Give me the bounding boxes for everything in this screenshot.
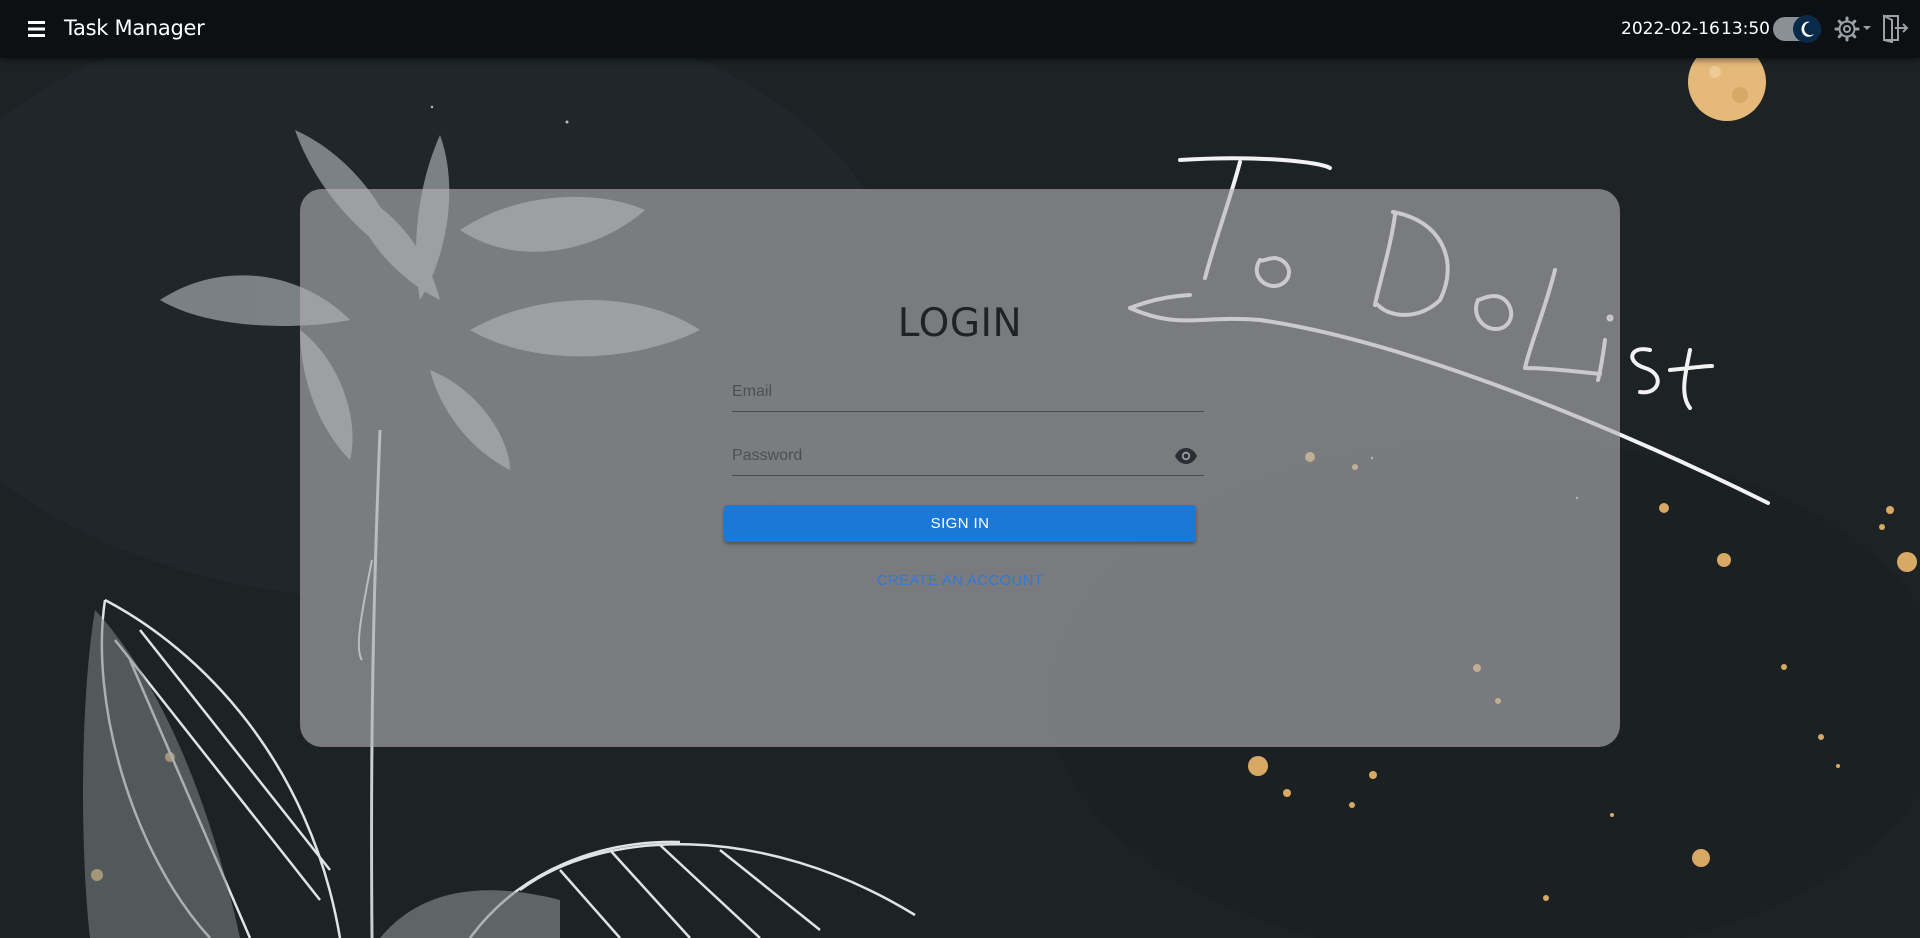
hamburger-menu-icon[interactable] bbox=[24, 17, 50, 41]
settings-dropdown-button[interactable] bbox=[1834, 16, 1874, 42]
theme-toggle-knob bbox=[1793, 15, 1821, 43]
login-title: LOGIN bbox=[897, 301, 1023, 346]
theme-toggle-switch[interactable] bbox=[1773, 15, 1821, 43]
create-account-link[interactable]: CREATE AN ACCOUNT bbox=[877, 572, 1044, 589]
create-account-link-row: CREATE AN ACCOUNT bbox=[300, 572, 1620, 589]
password-field bbox=[732, 439, 1204, 476]
login-card: LOGIN SIGN IN CREATE AN ACCOUNT bbox=[300, 189, 1620, 747]
current-date: 2022-02-16 bbox=[1621, 19, 1720, 39]
logout-icon[interactable] bbox=[1881, 13, 1909, 44]
email-field bbox=[732, 375, 1204, 412]
current-time: 13:50 bbox=[1721, 19, 1770, 39]
top-navigation-bar: Task Manager 2022-02-16 13:50 bbox=[0, 0, 1920, 58]
moon-icon bbox=[1801, 21, 1814, 37]
password-input[interactable] bbox=[732, 439, 1152, 473]
caret-down-icon bbox=[1863, 26, 1871, 30]
sign-in-button[interactable]: SIGN IN bbox=[724, 505, 1196, 542]
email-input[interactable] bbox=[732, 375, 1152, 409]
eye-icon[interactable] bbox=[1174, 447, 1198, 465]
app-title: Task Manager bbox=[64, 16, 205, 40]
gear-icon bbox=[1834, 16, 1860, 42]
